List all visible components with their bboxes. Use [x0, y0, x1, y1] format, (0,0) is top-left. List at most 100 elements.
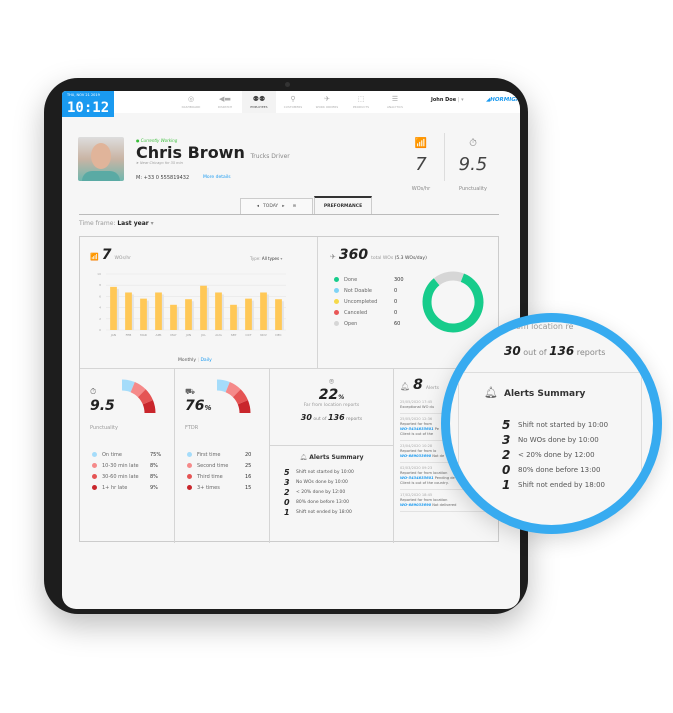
work-order-link[interactable]: WO-5434835601 — [400, 427, 434, 431]
kpi-value: 9.5 — [458, 154, 488, 175]
legend-label: Done — [344, 276, 358, 283]
kpi-label: Punctuality — [459, 186, 487, 192]
nav-employees[interactable]: ⚉⚉ EMPLOYEES — [242, 91, 276, 113]
more-details-link[interactable]: More details — [203, 175, 231, 180]
work-order-link[interactable]: WO-889033690 — [400, 454, 431, 458]
x-tick-label: OCT — [245, 333, 251, 337]
alert-label: 80% done before 13:00 — [518, 465, 601, 474]
alerts-label: Alerts — [425, 386, 439, 391]
employee-name: Chris Brown Trucks Driver — [136, 143, 290, 162]
alerts-summary-list: 5 Shift not started by 10:00 3 No WOs done … — [284, 467, 393, 517]
alert-row: 1 Shift not ended by 18:00 — [284, 507, 393, 517]
legend-item: Done 300 — [334, 274, 404, 285]
period-toggle: Monthly | Daily — [178, 358, 212, 363]
legend-label: First time — [197, 451, 221, 458]
location-text: Near Chicago for 35 min — [140, 161, 183, 165]
location-label: Far from location reports — [303, 403, 360, 408]
today-nav: ◂ TODAY ▸ ⊜ — [240, 198, 313, 214]
bar-chart: 0 2 4 6 8 10 JAN FEB MAR APR MAY JUN JUL AUG SEP OCT NOV… — [97, 272, 286, 337]
legend-label: 10-30 min late — [102, 462, 139, 469]
timeframe-value: Last year — [117, 220, 149, 227]
x-tick-label: APR — [156, 333, 162, 337]
bar — [140, 298, 147, 330]
bar — [125, 292, 132, 330]
ftdr-value: 76 — [185, 398, 205, 414]
legend-item: First time 20 — [187, 449, 262, 460]
type-select[interactable]: Type: All types ▾ — [250, 256, 282, 261]
legend-item: Not Doable 0 — [334, 285, 397, 296]
analytics-icon: ☰ — [391, 95, 399, 103]
legend-value: 9% — [150, 484, 158, 491]
alert-count: 5 — [284, 467, 290, 477]
legend-value: 75% — [150, 451, 162, 458]
chevron-down-icon: ▾ — [150, 220, 154, 227]
location-count: 30 — [300, 413, 312, 422]
alert-label: 80% done before 13:00 — [296, 499, 349, 505]
alert-count: 0 — [284, 497, 290, 507]
legend-value: 15 — [245, 484, 252, 491]
alert-row: 3 No WOs done by 10:00 — [502, 432, 608, 447]
nav-label: WORK ORDERS — [315, 105, 339, 109]
tab-performance[interactable]: PREFORMANCE — [314, 196, 372, 215]
kpi-wos-hr: 📶 7 WOs/hr — [398, 131, 444, 194]
nav-dashboard[interactable]: ◎ DASHBOARD — [174, 91, 208, 113]
alerts-summary-title: Alerts Summary — [309, 454, 364, 461]
legend-dot — [334, 288, 339, 293]
alert-label: No WOs done by 10:00 — [518, 435, 599, 444]
work-order-link[interactable]: WO-5434835601 — [400, 476, 434, 480]
alert-count: 0 — [502, 462, 511, 477]
monthly-toggle[interactable]: Monthly — [178, 358, 196, 363]
chevron-down-icon: ▾ — [280, 256, 283, 261]
alert-label: < 20% done by 12:00 — [518, 450, 595, 459]
donut-slice — [422, 273, 484, 333]
bar — [215, 292, 222, 330]
legend-item: Second time 25 — [187, 460, 262, 471]
legend-dot — [92, 452, 97, 457]
y-tick-label: 8 — [99, 283, 101, 287]
user-menu[interactable]: John Doe | ▾ — [431, 97, 464, 103]
x-tick-label: JAN — [110, 333, 116, 337]
bar — [185, 299, 192, 330]
alert-count: 3 — [502, 432, 511, 447]
bell-alert-icon: 🔔︎ — [400, 382, 411, 391]
y-tick-label: 0 — [99, 328, 101, 332]
legend-label: Open — [344, 320, 358, 327]
punctuality-value: 9.5 — [90, 398, 115, 414]
nav-analytics[interactable]: ☰ ANALYTICS — [378, 91, 412, 113]
daily-toggle[interactable]: Daily — [200, 358, 211, 363]
alert-count: 1 — [284, 507, 290, 517]
next-arrow-icon[interactable]: ▸ — [282, 204, 284, 209]
nav-products[interactable]: ⬚ PRODUCTS — [344, 91, 378, 113]
send-icon: ✈ — [330, 253, 336, 261]
prev-arrow-icon[interactable]: ◂ — [257, 204, 259, 209]
kpi-divider — [444, 133, 445, 181]
out-of-text: out of — [313, 417, 327, 422]
ftdr-label: FTDR — [185, 425, 199, 431]
punctuality-label: Punctuality — [90, 425, 118, 431]
legend-label: Canceled — [344, 309, 368, 316]
legend-item: Canceled 0 — [334, 307, 397, 318]
work-orders-icon: ✈ — [324, 95, 330, 103]
x-tick-label: DEC — [275, 333, 281, 337]
alert-row: 3 No WOs done by 10:00 — [284, 477, 393, 487]
gauge-segment — [225, 382, 241, 398]
kpi-label: WOs/hr — [411, 186, 431, 192]
nav-work-orders[interactable]: ✈ WORK ORDERS — [310, 91, 344, 113]
timeframe-select[interactable]: Time frame: Last year ▾ — [79, 220, 154, 227]
legend-item: 10-30 min late 8% — [92, 460, 167, 471]
legend-value: 25 — [245, 462, 252, 469]
alert-count: 2 — [284, 487, 290, 497]
today-label[interactable]: TODAY — [263, 204, 278, 209]
nav-customers[interactable]: ⚲ CUSTOMERS — [276, 91, 310, 113]
nav-dispatch[interactable]: ◀▬ DISPATCH — [208, 91, 242, 113]
alert-label: No WOs done by 10:00 — [296, 479, 348, 485]
alert-label: Shift not started by 10:00 — [296, 469, 354, 475]
alerts-summary-panel: 🔔︎ Alerts Summary 5 Shift not started by … — [270, 446, 394, 543]
legend-item: On time 75% — [92, 449, 167, 460]
bar — [155, 292, 162, 330]
work-order-link[interactable]: WO-889033690 — [400, 503, 431, 507]
legend-label: Second time — [197, 462, 229, 469]
main-nav: ◎ DASHBOARD ◀▬ DISPATCH ⚉⚉ EMPLOYEES ⚲ CUSTO… — [174, 91, 412, 113]
employees-icon: ⚉⚉ — [252, 95, 266, 103]
calendar-icon[interactable]: ⊜ — [292, 204, 296, 209]
